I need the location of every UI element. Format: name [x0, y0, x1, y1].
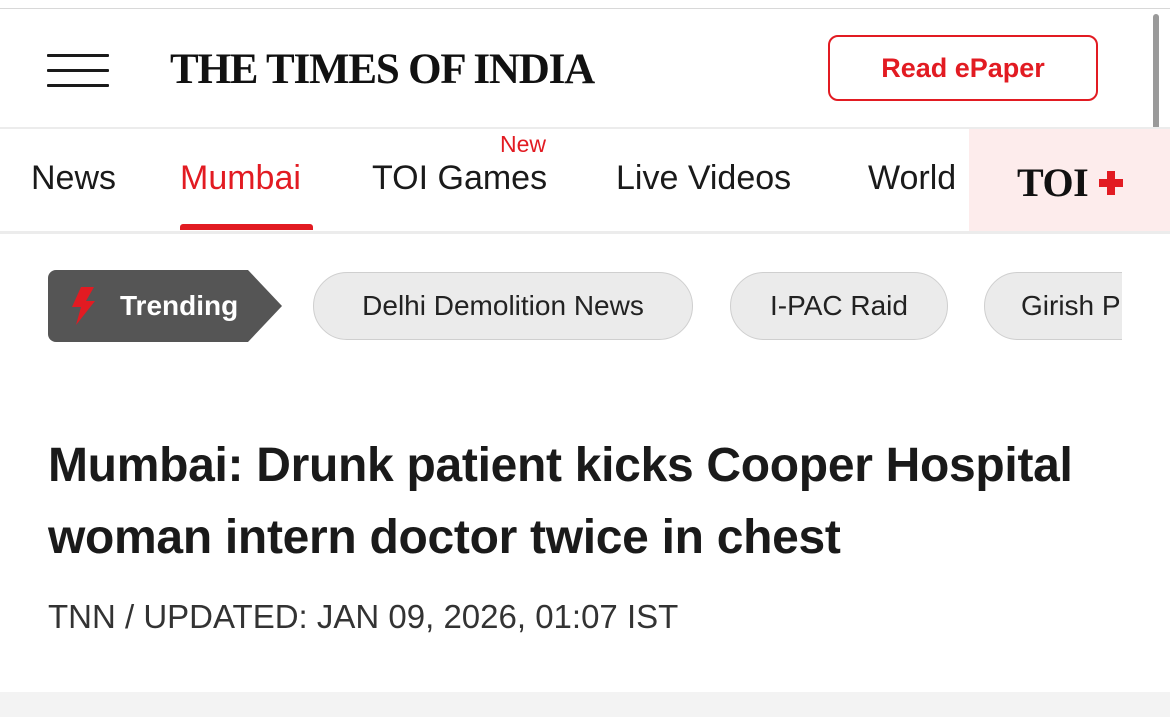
nav-divider-bottom: [0, 231, 1170, 234]
toi-plus-button[interactable]: TOI: [969, 129, 1170, 231]
menu-line: [47, 84, 109, 87]
nav-item-news[interactable]: News: [31, 159, 116, 198]
plus-cross-icon: [1099, 171, 1123, 195]
toi-plus-label: TOI: [1017, 160, 1089, 205]
site-header: THE TIMES OF INDIA Read ePaper: [0, 9, 1170, 127]
trending-chip[interactable]: Girish P: [984, 272, 1122, 340]
menu-line: [47, 54, 109, 57]
bottom-divider: [0, 692, 1170, 717]
lightning-bolt-icon: [72, 287, 95, 325]
trending-tag: Trending: [48, 270, 282, 342]
active-tab-indicator: [180, 224, 313, 230]
section-nav: News Mumbai New TOI Games Live Videos Wo…: [0, 129, 1170, 231]
trending-chip[interactable]: Delhi Demolition News: [313, 272, 693, 340]
trending-chip[interactable]: I-PAC Raid: [730, 272, 948, 340]
menu-line: [47, 69, 109, 72]
new-badge: New: [500, 131, 547, 157]
trending-bar: Trending Delhi Demolition News I-PAC Rai…: [0, 268, 1170, 344]
read-epaper-button[interactable]: Read ePaper: [828, 35, 1098, 101]
hamburger-menu-icon[interactable]: [47, 54, 109, 90]
article-byline: TNN / UPDATED: JAN 09, 2026, 01:07 IST: [48, 598, 679, 635]
site-logo[interactable]: THE TIMES OF INDIA: [170, 45, 595, 94]
nav-item-live-videos[interactable]: Live Videos: [616, 159, 791, 198]
article-headline: Mumbai: Drunk patient kicks Cooper Hospi…: [48, 439, 1073, 564]
nav-item-mumbai[interactable]: Mumbai: [180, 159, 301, 198]
trending-chips: Delhi Demolition News I-PAC Raid Girish …: [312, 268, 1122, 344]
trending-label: Trending: [120, 290, 239, 321]
nav-item-world[interactable]: World: [868, 159, 956, 198]
nav-item-toi-games[interactable]: TOI Games: [372, 159, 547, 198]
scrollbar[interactable]: [1153, 14, 1159, 134]
